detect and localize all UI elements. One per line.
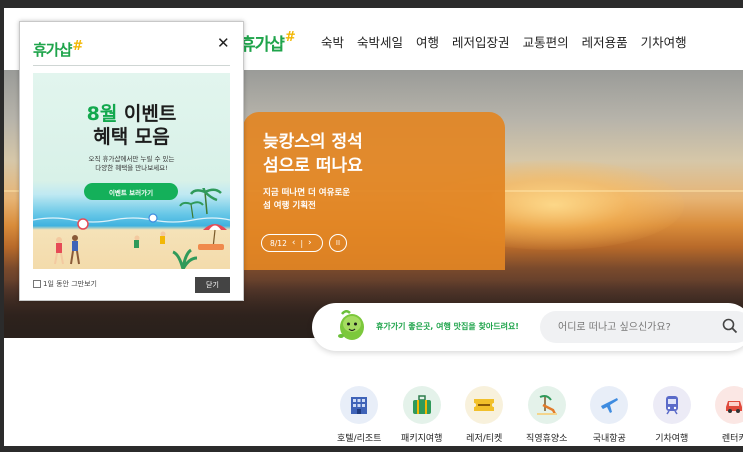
category-train-travel[interactable]: 기차여행 [641,386,704,444]
airplane-icon [590,386,629,424]
event-popup: 휴가샵# ✕ 8월 이벤트 혜택 모음 오직 휴가샵에서만 누릴 수 있는 다양… [19,21,244,301]
category-menu: 호텔/리조트 패키지여행 레저/티켓 직영휴양소 국내항공 기차여행 렌터카 [328,386,743,444]
banner-title-line2: 혜택 모음 [93,126,170,148]
banner-desc-line1: 오직 휴가샵에서만 누릴 수 있는 [88,155,175,163]
popup-logo-mark: # [72,39,83,54]
next-slide-button[interactable]: › [308,238,312,248]
search-icon[interactable] [722,318,738,334]
category-label: 기차여행 [655,434,689,444]
search-input[interactable] [540,311,743,343]
popup-logo-text: 휴가샵 [33,41,72,59]
category-package-tour[interactable]: 패키지여행 [391,386,454,444]
popup-logo: 휴가샵# [33,39,83,60]
category-label: 패키지여행 [401,434,443,444]
close-popup-button[interactable]: 닫기 [195,277,230,293]
prev-slide-button[interactable]: ‹ [292,238,296,248]
hero-title: 늦캉스의 정석 섬으로 떠나요 [263,130,483,178]
suitcase-icon [402,386,441,424]
category-label: 렌터카 [721,434,743,444]
logo-text: 휴가샵 [240,35,285,55]
mascot-icon [338,310,364,340]
category-label: 레저/티켓 [466,434,503,444]
nav-item-leisure-tickets[interactable]: 레저입장권 [452,32,510,51]
car-icon [715,386,743,424]
train-icon [652,386,691,424]
site-logo[interactable]: 휴가샵# [240,30,296,55]
main-nav: 숙박 숙박세일 여행 레저입장권 교통편의 레저용품 기차여행 [321,32,700,51]
hotel-icon [340,386,379,424]
nav-item-leisure-goods[interactable]: 레저용품 [582,32,628,51]
banner-title-month: 8월 [86,103,118,125]
search-tagline: 휴가가기 좋은곳, 여행 맛집을 찾아드려요! [376,322,519,331]
close-icon[interactable]: ✕ [217,34,230,52]
pause-button[interactable]: II [329,234,347,252]
hero-title-line2: 섬으로 떠나요 [263,156,363,176]
popup-footer: 1일 동안 그만보기 닫기 [33,277,230,293]
hide-today-label[interactable]: 1일 동안 그만보기 [43,279,97,289]
category-leisure-ticket[interactable]: 레저/티켓 [453,386,516,444]
beach-illustration [33,188,230,269]
slide-counter: 8/12 [270,238,287,248]
category-domestic-flight[interactable]: 국내항공 [578,386,641,444]
banner-desc-line2: 다양한 혜택을 만나보세요! [95,164,168,172]
hero-desc-line2: 섬 여행 기획전 [263,201,316,211]
browser-viewport: 휴가샵# 숙박 숙박세일 여행 레저입장권 교통편의 레저용품 기차여행 늦캉스… [4,8,743,446]
ticket-icon [465,386,504,424]
category-hotel-resort[interactable]: 호텔/리조트 [328,386,391,444]
view-events-button[interactable]: 이벤트 보러가기 [84,183,178,200]
category-label: 호텔/리조트 [337,434,382,444]
nav-item-transport[interactable]: 교통편의 [523,32,569,51]
people-illustration [54,213,166,265]
event-banner[interactable]: 8월 이벤트 혜택 모음 오직 휴가샵에서만 누릴 수 있는 다양한 혜택을 만… [33,73,230,269]
logo-mark: # [284,30,296,45]
banner-title-event: 이벤트 [117,103,177,125]
beach-umbrella-icon [198,224,227,250]
nav-item-stay-sale[interactable]: 숙박세일 [357,32,403,51]
palm-tree-icon [179,188,222,219]
hero-title-line1: 늦캉스의 정석 [263,132,363,152]
nav-item-train-travel[interactable]: 기차여행 [641,32,687,51]
pager-separator: | [300,238,303,248]
slide-pager: 8/12 ‹ | › [261,234,323,252]
hero-promo-card[interactable]: 늦캉스의 정석 섬으로 떠나요 지금 떠나면 더 여유로운 섬 여행 기획전 8… [243,112,505,270]
category-label: 직영휴양소 [526,434,568,444]
category-resort-house[interactable]: 직영휴양소 [516,386,579,444]
hero-desc-line1: 지금 떠나면 더 여유로운 [263,188,351,198]
search-bar: 휴가가기 좋은곳, 여행 맛집을 찾아드려요! [312,303,743,351]
category-rent-car[interactable]: 렌터카 [703,386,743,444]
nav-item-travel[interactable]: 여행 [416,32,439,51]
hero-description: 지금 떠나면 더 여유로운 섬 여행 기획전 [263,187,350,213]
popup-divider [33,65,230,66]
banner-title: 8월 이벤트 혜택 모음 [33,103,230,149]
banner-description: 오직 휴가샵에서만 누릴 수 있는 다양한 혜택을 만나보세요! [33,155,230,173]
beach-chair-icon [527,386,566,424]
category-label: 국내항공 [592,434,626,444]
nav-item-stay[interactable]: 숙박 [321,32,344,51]
hide-today-checkbox[interactable] [33,280,41,288]
